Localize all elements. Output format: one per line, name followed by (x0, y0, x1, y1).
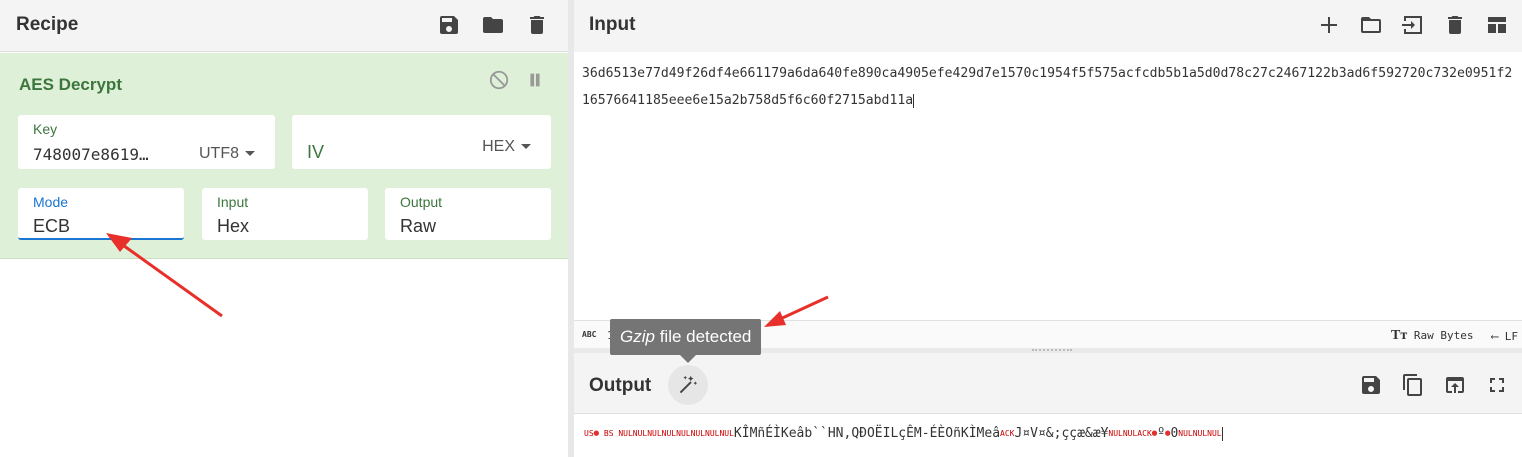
fullscreen-icon (1490, 378, 1504, 392)
output-format-value[interactable]: Raw (400, 216, 436, 237)
maximise-output-button[interactable] (1482, 370, 1512, 400)
return-arrow-icon: ⟵ (1491, 329, 1499, 343)
key-encoding-dropdown[interactable]: UTF8 (199, 145, 255, 163)
control-char: ACK (1000, 429, 1015, 438)
control-char: BS (599, 429, 619, 438)
output-format-label: Output (400, 194, 443, 210)
input-title: Input (589, 14, 636, 35)
output-text-run: J¤V¤&;ççæ&æ¥ (1014, 426, 1109, 441)
load-recipe-button[interactable] (478, 10, 508, 40)
pause-icon (530, 73, 540, 87)
output-title: Output (589, 375, 652, 396)
input-format-field[interactable]: Input Hex (202, 188, 368, 240)
pause-operation-button[interactable] (524, 69, 546, 96)
layout-icon (1488, 17, 1506, 33)
tooltip-text: file detected (654, 327, 752, 346)
copy-output-button[interactable] (1398, 370, 1428, 400)
output-format-field[interactable]: Output Raw (385, 188, 551, 240)
open-file-button[interactable] (1356, 10, 1386, 40)
mode-field[interactable]: Mode ECB (18, 188, 184, 240)
output-textarea[interactable]: US● BS NULNULNULNULNULNULNULNULKÎMñÉÌKeâ… (574, 413, 1522, 457)
recipe-title: Recipe (16, 14, 79, 35)
iv-label: IV (307, 142, 325, 162)
mode-value[interactable]: ECB (33, 216, 70, 237)
open-folder-button[interactable] (1398, 10, 1428, 40)
save-icon (1362, 376, 1380, 394)
iv-field[interactable]: IV HEX (292, 115, 551, 169)
cyberchef-app: Recipe AES Decrypt Key 748007e8619… UTF8… (0, 0, 1522, 457)
control-char: NULNULNULNULNULNULNULNUL (618, 429, 734, 438)
output-panel: Output US● BS NULNULNULNULNULNULNULNULKÎ… (574, 353, 1522, 457)
trash-icon (530, 16, 544, 34)
aes-decrypt-operation: AES Decrypt Key 748007e8619… UTF8 IV HEX… (0, 53, 568, 259)
operation-title: AES Decrypt (19, 75, 122, 94)
folder-outline-icon (1361, 17, 1381, 33)
input-icon (1402, 16, 1422, 34)
input-text-content: 36d6513e77d49f26df4e661179a6da640fe890ca… (582, 66, 1513, 108)
chr-encoding-label: Raw Bytes (1413, 329, 1474, 342)
magic-button[interactable] (668, 365, 708, 405)
replace-input-button[interactable] (1440, 370, 1470, 400)
key-field[interactable]: Key 748007e8619… UTF8 (18, 115, 275, 169)
input-format-value[interactable]: Hex (217, 216, 249, 237)
disable-icon (489, 70, 509, 90)
input-textarea[interactable]: 36d6513e77d49f26df4e661179a6da640fe890ca… (574, 52, 1522, 320)
recipe-panel: Recipe AES Decrypt Key 748007e8619… UTF8… (0, 0, 568, 457)
magic-wand-icon (679, 375, 698, 394)
eol-button[interactable]: ⟵ LF (1492, 330, 1519, 343)
input-header: Input (574, 0, 1522, 52)
length-label: ABC (582, 330, 597, 339)
folder-icon (483, 17, 503, 33)
text-caret (1221, 426, 1223, 441)
output-text-run: KÎMñÉÌKeâb``HN,QĐOËILçÊM-ÉÈOñKÌMeâ (733, 426, 1001, 441)
clear-recipe-button[interactable] (522, 10, 552, 40)
save-output-button[interactable] (1356, 370, 1386, 400)
open-in-browser-icon (1446, 377, 1464, 393)
key-value[interactable]: 748007e8619… (33, 145, 149, 164)
save-recipe-button[interactable] (434, 10, 464, 40)
iv-encoding-dropdown[interactable]: HEX (482, 138, 531, 156)
copy-icon (1403, 374, 1422, 396)
input-format-label: Input (217, 194, 249, 210)
trash-icon (1448, 16, 1462, 34)
key-label: Key (33, 121, 58, 137)
output-header: Output (574, 353, 1522, 413)
control-char: NULNULACK (1108, 429, 1152, 438)
text-type-icon: Tт (1391, 328, 1408, 343)
control-char: US (584, 429, 594, 438)
reset-layout-button[interactable] (1482, 10, 1512, 40)
recipe-header: Recipe (0, 0, 568, 52)
mode-label: Mode (33, 194, 69, 210)
add-input-tab-button[interactable] (1314, 10, 1344, 40)
chr-encoding-button[interactable]: Tт Raw Bytes (1391, 328, 1473, 344)
input-panel: Input 36d6513e77d49f26df4e661179a6da640f… (574, 0, 1522, 348)
tooltip-format: Gzip (620, 327, 655, 346)
control-char: NULNULNUL (1178, 429, 1222, 438)
magic-tooltip: Gzip file detected (610, 319, 762, 363)
save-icon (440, 16, 458, 34)
eol-label: LF (1504, 329, 1518, 343)
plus-icon (1321, 17, 1337, 33)
text-caret (913, 93, 915, 108)
output-text-run: º (1157, 426, 1166, 441)
disable-operation-button[interactable] (488, 69, 510, 96)
clear-input-button[interactable] (1440, 10, 1470, 40)
